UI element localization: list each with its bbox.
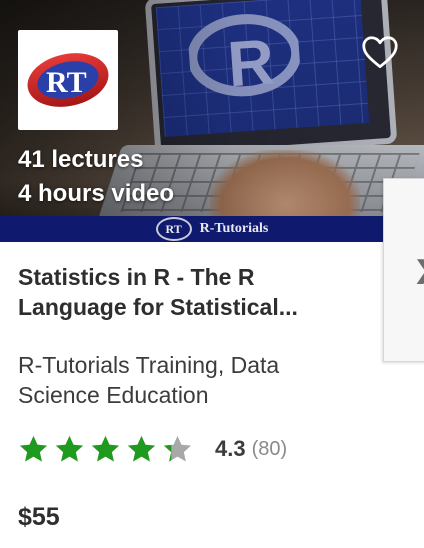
heart-outline-icon [362, 36, 398, 69]
instructor-line: Science Education [18, 382, 209, 408]
instructor-line: R-Tutorials Training, Data [18, 352, 280, 378]
course-rating: 4.3 (80) [18, 432, 287, 466]
video-duration: 4 hours video [18, 180, 175, 207]
rating-score: 4.3 [215, 436, 246, 461]
star-icon [19, 435, 48, 462]
star-icon [55, 435, 84, 462]
course-title[interactable]: Statistics in R - The R Language for Sta… [18, 262, 378, 322]
rt-logo-text: RT [46, 66, 87, 99]
course-price: $55 [18, 503, 60, 531]
course-title-line: Language for Statistical... [18, 294, 298, 320]
wishlist-button[interactable] [360, 32, 400, 72]
brand-mark: RT [155, 217, 192, 241]
close-icon[interactable]: X [416, 253, 424, 293]
course-title-line: Statistics in R - The R [18, 264, 255, 290]
brand-name: R-Tutorials [199, 221, 269, 236]
star-icon [127, 435, 156, 462]
instructor-logo: RT [18, 30, 118, 130]
star-icon [163, 435, 192, 462]
brand-banner: RT R-Tutorials [0, 216, 424, 242]
rating-count: (80) [251, 437, 288, 460]
course-card[interactable]: R RT R-Tutorials RT 41 lectu [0, 0, 424, 548]
star-rating [18, 434, 193, 465]
rt-logo-icon: RT [27, 53, 109, 107]
adjacent-card[interactable]: X [383, 178, 424, 362]
lecture-count: 41 lectures [18, 146, 144, 173]
instructor-name[interactable]: R-Tutorials Training, Data Science Educa… [18, 350, 368, 410]
star-icon [91, 435, 120, 462]
